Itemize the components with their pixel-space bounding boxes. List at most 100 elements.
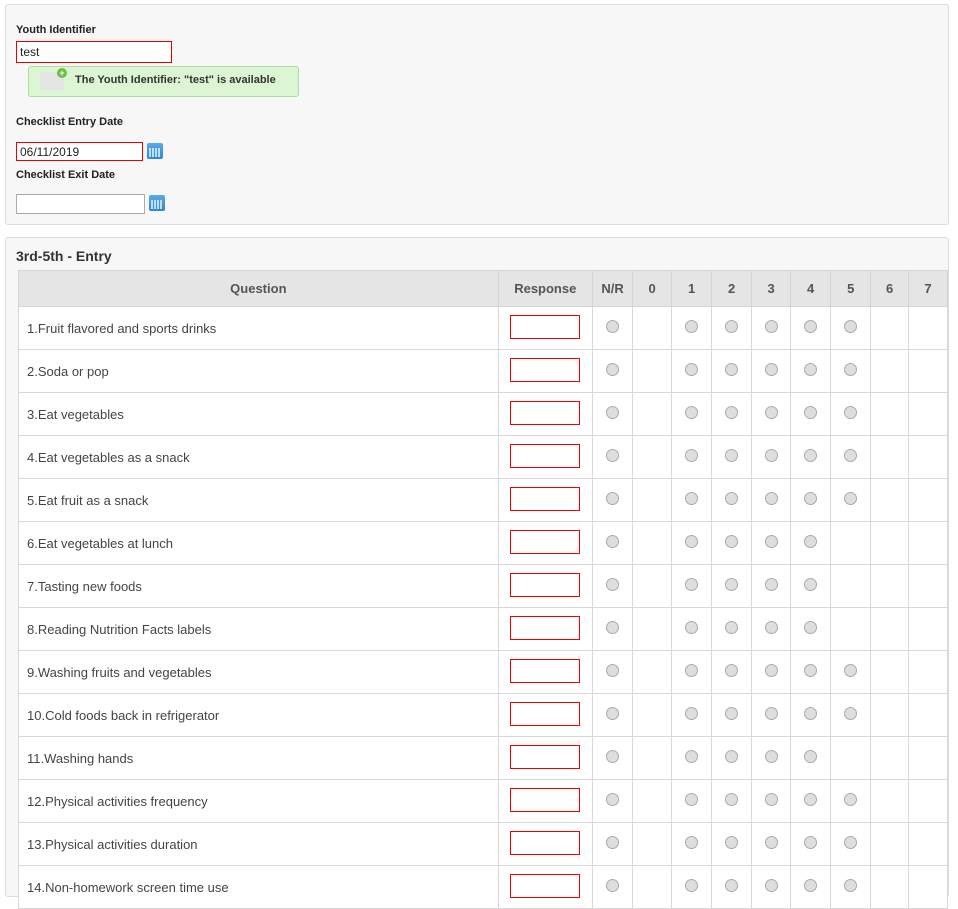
radio-3[interactable] bbox=[764, 492, 778, 505]
response-input[interactable] bbox=[510, 529, 581, 554]
radio-4[interactable] bbox=[804, 578, 818, 591]
radio-1[interactable] bbox=[685, 535, 699, 548]
radio-1[interactable] bbox=[685, 406, 699, 419]
radio-1[interactable] bbox=[685, 836, 699, 849]
radio-5[interactable] bbox=[844, 406, 858, 419]
radio-4[interactable] bbox=[804, 664, 818, 677]
radio-2[interactable] bbox=[725, 879, 739, 892]
radio-nr[interactable] bbox=[606, 836, 620, 849]
radio-2[interactable] bbox=[725, 836, 739, 849]
radio-5[interactable] bbox=[844, 836, 858, 849]
radio-3[interactable] bbox=[764, 707, 778, 720]
radio-nr[interactable] bbox=[606, 707, 620, 720]
radio-1[interactable] bbox=[685, 320, 699, 333]
radio-4[interactable] bbox=[804, 363, 818, 376]
radio-5[interactable] bbox=[844, 449, 858, 462]
radio-2[interactable] bbox=[725, 363, 739, 376]
option-cell-2 bbox=[711, 349, 753, 393]
radio-1[interactable] bbox=[685, 449, 699, 462]
radio-nr[interactable] bbox=[606, 406, 620, 419]
radio-3[interactable] bbox=[764, 535, 778, 548]
radio-4[interactable] bbox=[804, 449, 818, 462]
response-input[interactable] bbox=[510, 744, 581, 769]
radio-4[interactable] bbox=[804, 836, 818, 849]
radio-2[interactable] bbox=[725, 707, 739, 720]
radio-2[interactable] bbox=[725, 621, 739, 634]
radio-nr[interactable] bbox=[606, 578, 620, 591]
radio-1[interactable] bbox=[685, 707, 699, 720]
radio-4[interactable] bbox=[804, 879, 818, 892]
radio-3[interactable] bbox=[764, 621, 778, 634]
response-input[interactable] bbox=[510, 572, 581, 597]
radio-5[interactable] bbox=[844, 492, 858, 505]
radio-5[interactable] bbox=[844, 707, 858, 720]
radio-nr[interactable] bbox=[606, 535, 620, 548]
radio-1[interactable] bbox=[685, 664, 699, 677]
radio-1[interactable] bbox=[685, 879, 699, 892]
radio-3[interactable] bbox=[764, 320, 778, 333]
response-input[interactable] bbox=[510, 486, 581, 511]
response-input[interactable] bbox=[510, 615, 581, 640]
entry-date-input[interactable] bbox=[16, 142, 143, 161]
radio-3[interactable] bbox=[764, 406, 778, 419]
radio-3[interactable] bbox=[764, 879, 778, 892]
radio-3[interactable] bbox=[764, 836, 778, 849]
radio-4[interactable] bbox=[804, 621, 818, 634]
response-input[interactable] bbox=[510, 357, 581, 382]
radio-3[interactable] bbox=[764, 793, 778, 806]
radio-3[interactable] bbox=[764, 750, 778, 763]
radio-nr[interactable] bbox=[606, 320, 620, 333]
radio-nr[interactable] bbox=[606, 621, 620, 634]
radio-2[interactable] bbox=[725, 793, 739, 806]
radio-2[interactable] bbox=[725, 535, 739, 548]
radio-nr[interactable] bbox=[606, 793, 620, 806]
response-input[interactable] bbox=[510, 701, 581, 726]
radio-nr[interactable] bbox=[606, 750, 620, 763]
radio-nr[interactable] bbox=[606, 879, 620, 892]
radio-nr[interactable] bbox=[606, 492, 620, 505]
radio-2[interactable] bbox=[725, 750, 739, 763]
radio-4[interactable] bbox=[804, 793, 818, 806]
radio-4[interactable] bbox=[804, 750, 818, 763]
radio-1[interactable] bbox=[685, 750, 699, 763]
response-input[interactable] bbox=[510, 830, 581, 855]
radio-5[interactable] bbox=[844, 879, 858, 892]
radio-2[interactable] bbox=[725, 406, 739, 419]
radio-3[interactable] bbox=[764, 363, 778, 376]
radio-5[interactable] bbox=[844, 793, 858, 806]
radio-nr[interactable] bbox=[606, 363, 620, 376]
radio-4[interactable] bbox=[804, 320, 818, 333]
response-input[interactable] bbox=[510, 658, 581, 683]
radio-1[interactable] bbox=[685, 793, 699, 806]
radio-3[interactable] bbox=[764, 664, 778, 677]
radio-3[interactable] bbox=[764, 449, 778, 462]
response-input[interactable] bbox=[510, 873, 581, 898]
radio-5[interactable] bbox=[844, 363, 858, 376]
radio-5[interactable] bbox=[844, 664, 858, 677]
radio-nr[interactable] bbox=[606, 664, 620, 677]
radio-1[interactable] bbox=[685, 621, 699, 634]
radio-2[interactable] bbox=[725, 578, 739, 591]
radio-1[interactable] bbox=[685, 363, 699, 376]
response-input[interactable] bbox=[510, 400, 581, 425]
response-input[interactable] bbox=[510, 443, 581, 468]
exit-date-input[interactable] bbox=[16, 194, 145, 214]
radio-2[interactable] bbox=[725, 492, 739, 505]
radio-3[interactable] bbox=[764, 578, 778, 591]
radio-4[interactable] bbox=[804, 707, 818, 720]
radio-2[interactable] bbox=[725, 449, 739, 462]
radio-nr[interactable] bbox=[606, 449, 620, 462]
radio-2[interactable] bbox=[725, 320, 739, 333]
radio-5[interactable] bbox=[844, 320, 858, 333]
response-input[interactable] bbox=[510, 314, 581, 339]
calendar-icon[interactable] bbox=[147, 143, 163, 159]
radio-1[interactable] bbox=[685, 492, 699, 505]
response-input[interactable] bbox=[510, 787, 581, 812]
radio-2[interactable] bbox=[725, 664, 739, 677]
radio-4[interactable] bbox=[804, 492, 818, 505]
youth-identifier-input[interactable] bbox=[16, 41, 172, 63]
radio-1[interactable] bbox=[685, 578, 699, 591]
calendar-icon[interactable] bbox=[149, 195, 165, 211]
radio-4[interactable] bbox=[804, 535, 818, 548]
radio-4[interactable] bbox=[804, 406, 818, 419]
